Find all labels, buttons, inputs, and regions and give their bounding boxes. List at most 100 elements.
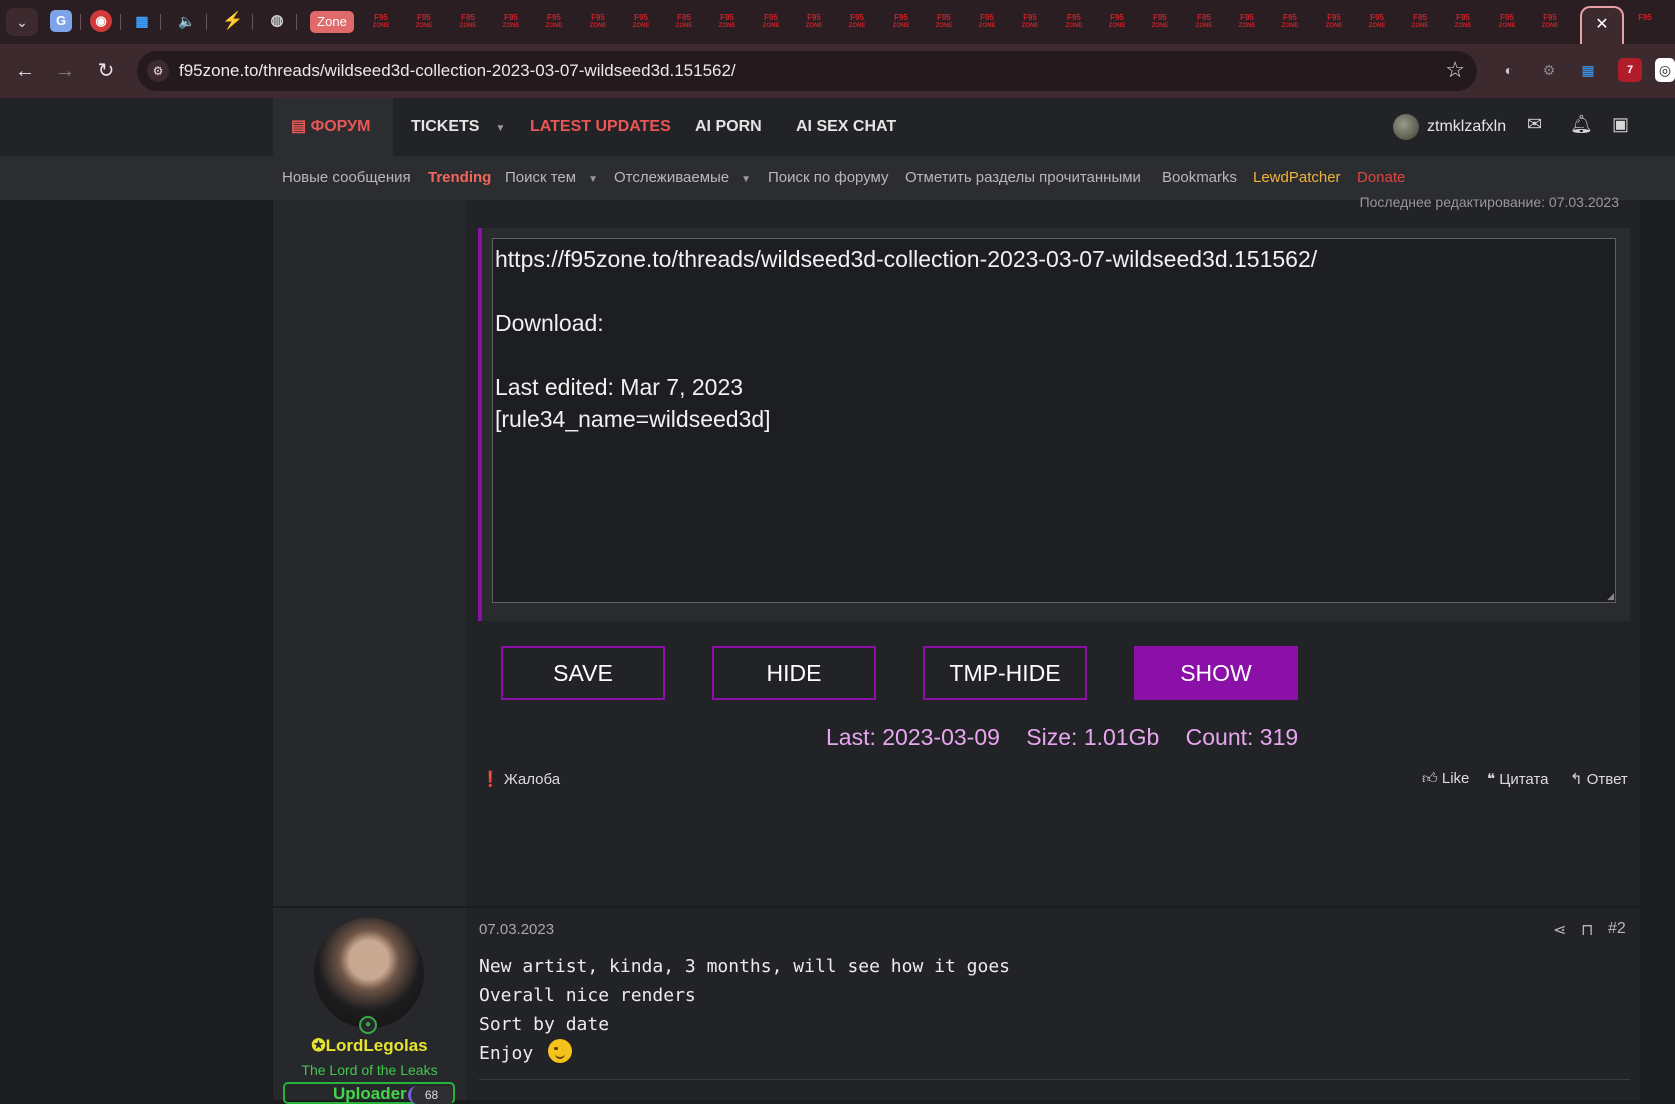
post-number[interactable]: #2: [1608, 920, 1626, 938]
nav-forum[interactable]: ▤ ФОРУМ: [273, 98, 393, 156]
favicon-text: F95: [1543, 13, 1557, 22]
user-menu[interactable]: ztmklzafxln: [1393, 112, 1506, 142]
address-bar[interactable]: ⚙ f95zone.to/threads/wildseed3d-collecti…: [137, 51, 1477, 91]
share-icon[interactable]: ⋖: [1553, 920, 1566, 940]
resize-handle[interactable]: ◢: [1607, 592, 1614, 601]
subnav-trending[interactable]: Trending: [428, 156, 491, 200]
tab-separator: [296, 14, 297, 30]
reload-icon[interactable]: ↻: [93, 58, 119, 84]
subnav-search-forum[interactable]: Поиск по форуму: [768, 156, 889, 200]
favicon-subtext: ZONE: [1151, 23, 1169, 29]
f95-tab-favicon-icon[interactable]: F95 ZONE: [1193, 13, 1215, 31]
like-button[interactable]: 👍︎ Like: [1422, 770, 1469, 788]
f95-tab-favicon-icon[interactable]: F95 ZONE: [716, 13, 738, 31]
thumbs-up-icon: 👍︎: [1422, 770, 1438, 787]
reports-icon[interactable]: ▣: [1612, 114, 1629, 135]
google-tab-icon[interactable]: G: [50, 10, 72, 32]
wink-emoji-icon: [548, 1039, 573, 1063]
active-tab-close-icon[interactable]: ✕: [1580, 6, 1624, 44]
f95-tab-favicon-icon[interactable]: F95 ZONE: [1063, 13, 1085, 31]
favicon-text: F95: [1413, 13, 1427, 22]
f95-tab-favicon-icon[interactable]: F95: [1634, 13, 1656, 31]
nav-ai-sex-chat[interactable]: AI SEX CHAT: [796, 98, 896, 156]
subnav-watched-label: Отслеживаемые: [614, 169, 730, 186]
nav-latest-updates[interactable]: LATEST UPDATES: [530, 98, 671, 156]
chevron-down-icon[interactable]: ▼: [588, 174, 598, 185]
forward-arrow-icon[interactable]: →: [52, 58, 78, 84]
f95-tab-favicon-icon[interactable]: F95 ZONE: [587, 13, 609, 31]
tab-search-button[interactable]: ⌄: [6, 8, 38, 36]
f95-tab-favicon-icon[interactable]: F95 ZONE: [1452, 13, 1474, 31]
ublock-extension-icon[interactable]: 7: [1618, 58, 1642, 82]
author-name[interactable]: ✪LordLegolas: [273, 1036, 466, 1056]
show-button[interactable]: SHOW: [1134, 646, 1298, 700]
favicon-text: F95: [1327, 13, 1341, 22]
extension-grid-icon[interactable]: ▦: [1576, 58, 1600, 82]
app-tab-icon[interactable]: ◉: [90, 10, 112, 32]
grid-tab-icon[interactable]: ▦: [131, 10, 153, 32]
f95-tab-favicon-icon[interactable]: F95 ZONE: [1236, 13, 1258, 31]
f95-tab-favicon-icon[interactable]: F95 ZONE: [1366, 13, 1388, 31]
speaker-tab-icon[interactable]: 🔈: [176, 10, 198, 32]
f95-tab-favicon-icon[interactable]: F95 ZONE: [1409, 13, 1431, 31]
f95-tab-favicon-icon[interactable]: F95 ZONE: [933, 13, 955, 31]
chat-icon: ▤: [291, 118, 307, 135]
url-text[interactable]: f95zone.to/threads/wildseed3d-collection…: [179, 61, 736, 81]
extension-icon-1[interactable]: ◐: [1497, 58, 1521, 82]
f95-tab-favicon-icon[interactable]: F95 ZONE: [1323, 13, 1345, 31]
reply-button[interactable]: ↰ Ответ: [1570, 770, 1628, 788]
subnav-search-topics[interactable]: Поиск тем ▼: [505, 156, 598, 200]
f95-tab-favicon-icon[interactable]: F95 ZONE: [543, 13, 565, 31]
f95-tab-favicon-icon[interactable]: F95 ZONE: [630, 13, 652, 31]
chevron-down-icon[interactable]: ▼: [495, 123, 505, 134]
alerts-bell-icon[interactable]: 🔔︎: [1570, 114, 1593, 135]
subnav-watched[interactable]: Отслеживаемые ▼: [614, 156, 751, 200]
subnav-new-messages[interactable]: Новые сообщения: [282, 156, 411, 200]
hide-button[interactable]: HIDE: [712, 646, 876, 700]
links-textarea[interactable]: https://f95zone.to/threads/wildseed3d-co…: [492, 238, 1616, 603]
post-date[interactable]: 07.03.2023: [479, 921, 554, 938]
f95-tab-favicon-icon[interactable]: F95 ZONE: [500, 13, 522, 31]
report-link[interactable]: ❗ Жалоба: [481, 770, 560, 788]
bookmark-icon[interactable]: ⊓: [1581, 920, 1593, 940]
nav-ai-porn[interactable]: AI PORN: [695, 98, 762, 156]
site-info-icon[interactable]: ⚙: [147, 60, 169, 82]
f95-tab-favicon-icon[interactable]: F95 ZONE: [413, 13, 435, 31]
f95-tab-favicon-icon[interactable]: F95 ZONE: [1279, 13, 1301, 31]
f95-tab-favicon-icon[interactable]: F95 ZONE: [1019, 13, 1041, 31]
quote-button[interactable]: ❝ Цитата: [1487, 770, 1548, 788]
f95-tab-favicon-icon[interactable]: F95 ZONE: [1106, 13, 1128, 31]
favicon-subtext: ZONE: [1021, 23, 1039, 29]
subnav-mark-read[interactable]: Отметить разделы прочитанными: [905, 156, 1141, 200]
f95-tab-favicon-icon[interactable]: F95 ZONE: [1149, 13, 1171, 31]
tab-separator: [80, 14, 81, 30]
back-arrow-icon[interactable]: ←: [12, 58, 38, 84]
f95-tab-favicon-icon[interactable]: F95 ZONE: [370, 13, 392, 31]
chevron-down-icon[interactable]: ▼: [741, 174, 751, 185]
f95-tab-favicon-icon[interactable]: F95 ZONE: [976, 13, 998, 31]
f95-tab-favicon-icon[interactable]: F95 ZONE: [673, 13, 695, 31]
message-line: Enjoy: [479, 1043, 534, 1064]
f95-tab-favicon-icon[interactable]: F95 ZONE: [760, 13, 782, 31]
lightning-tab-icon[interactable]: ⚡: [222, 10, 244, 32]
message-line: Overall nice renders: [479, 985, 696, 1006]
f95-tab-favicon-icon[interactable]: F95 ZONE: [890, 13, 912, 31]
inbox-envelope-icon[interactable]: ✉: [1527, 114, 1542, 135]
f95-tab-favicon-icon[interactable]: F95 ZONE: [1539, 13, 1561, 31]
post-2-message: New artist, kinda, 3 months, will see ho…: [479, 952, 1010, 1068]
browser-toolbar: ← → ↻ ⚙ f95zone.to/threads/wildseed3d-co…: [0, 44, 1675, 98]
f95-tab-favicon-icon[interactable]: F95 ZONE: [1496, 13, 1518, 31]
extension-gear-icon[interactable]: ⚙: [1537, 58, 1561, 82]
save-button[interactable]: SAVE: [501, 646, 665, 700]
f95-tab-favicon-icon[interactable]: F95 ZONE: [457, 13, 479, 31]
globe-tab-icon[interactable]: ◍: [266, 10, 288, 32]
tmp-hide-button[interactable]: TMP-HIDE: [923, 646, 1087, 700]
f95-tab-favicon-icon[interactable]: F95 ZONE: [846, 13, 868, 31]
favicon-subtext: ZONE: [805, 23, 823, 29]
author-avatar[interactable]: [314, 918, 424, 1028]
nav-tickets[interactable]: TICKETS ▼: [411, 98, 505, 156]
zone-pinned-tab[interactable]: Zone: [310, 11, 354, 33]
bookmark-star-icon[interactable]: ☆: [1445, 57, 1465, 83]
profile-icon[interactable]: ◎: [1655, 58, 1675, 82]
f95-tab-favicon-icon[interactable]: F95 ZONE: [803, 13, 825, 31]
